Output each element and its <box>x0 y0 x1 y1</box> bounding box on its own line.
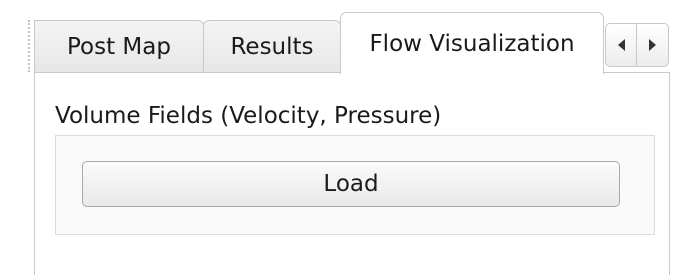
chevron-right-icon <box>649 39 656 51</box>
chevron-left-icon <box>617 39 625 51</box>
flow-visualization-window: Post Map Results Flow Visualization Volu… <box>0 0 679 275</box>
tab-scroll-left-button[interactable] <box>605 23 637 67</box>
tab-panel-flow-visualization: Volume Fields (Velocity, Pressure) Load <box>34 72 670 275</box>
tab-label: Flow Visualization <box>369 30 575 57</box>
tab-label: Results <box>230 33 314 60</box>
tab-results[interactable]: Results <box>203 20 341 72</box>
volume-fields-group: Load <box>55 135 655 235</box>
tab-post-map[interactable]: Post Map <box>34 20 204 72</box>
tab-scroll-buttons <box>605 23 669 67</box>
tab-scroll-right-button[interactable] <box>637 23 669 67</box>
tab-label: Post Map <box>67 33 171 60</box>
load-button[interactable]: Load <box>82 161 620 207</box>
load-button-label: Load <box>323 171 379 197</box>
tab-bar: Post Map Results Flow Visualization <box>0 0 679 74</box>
volume-fields-label: Volume Fields (Velocity, Pressure) <box>55 103 442 129</box>
tab-flow-visualization[interactable]: Flow Visualization <box>340 12 604 74</box>
